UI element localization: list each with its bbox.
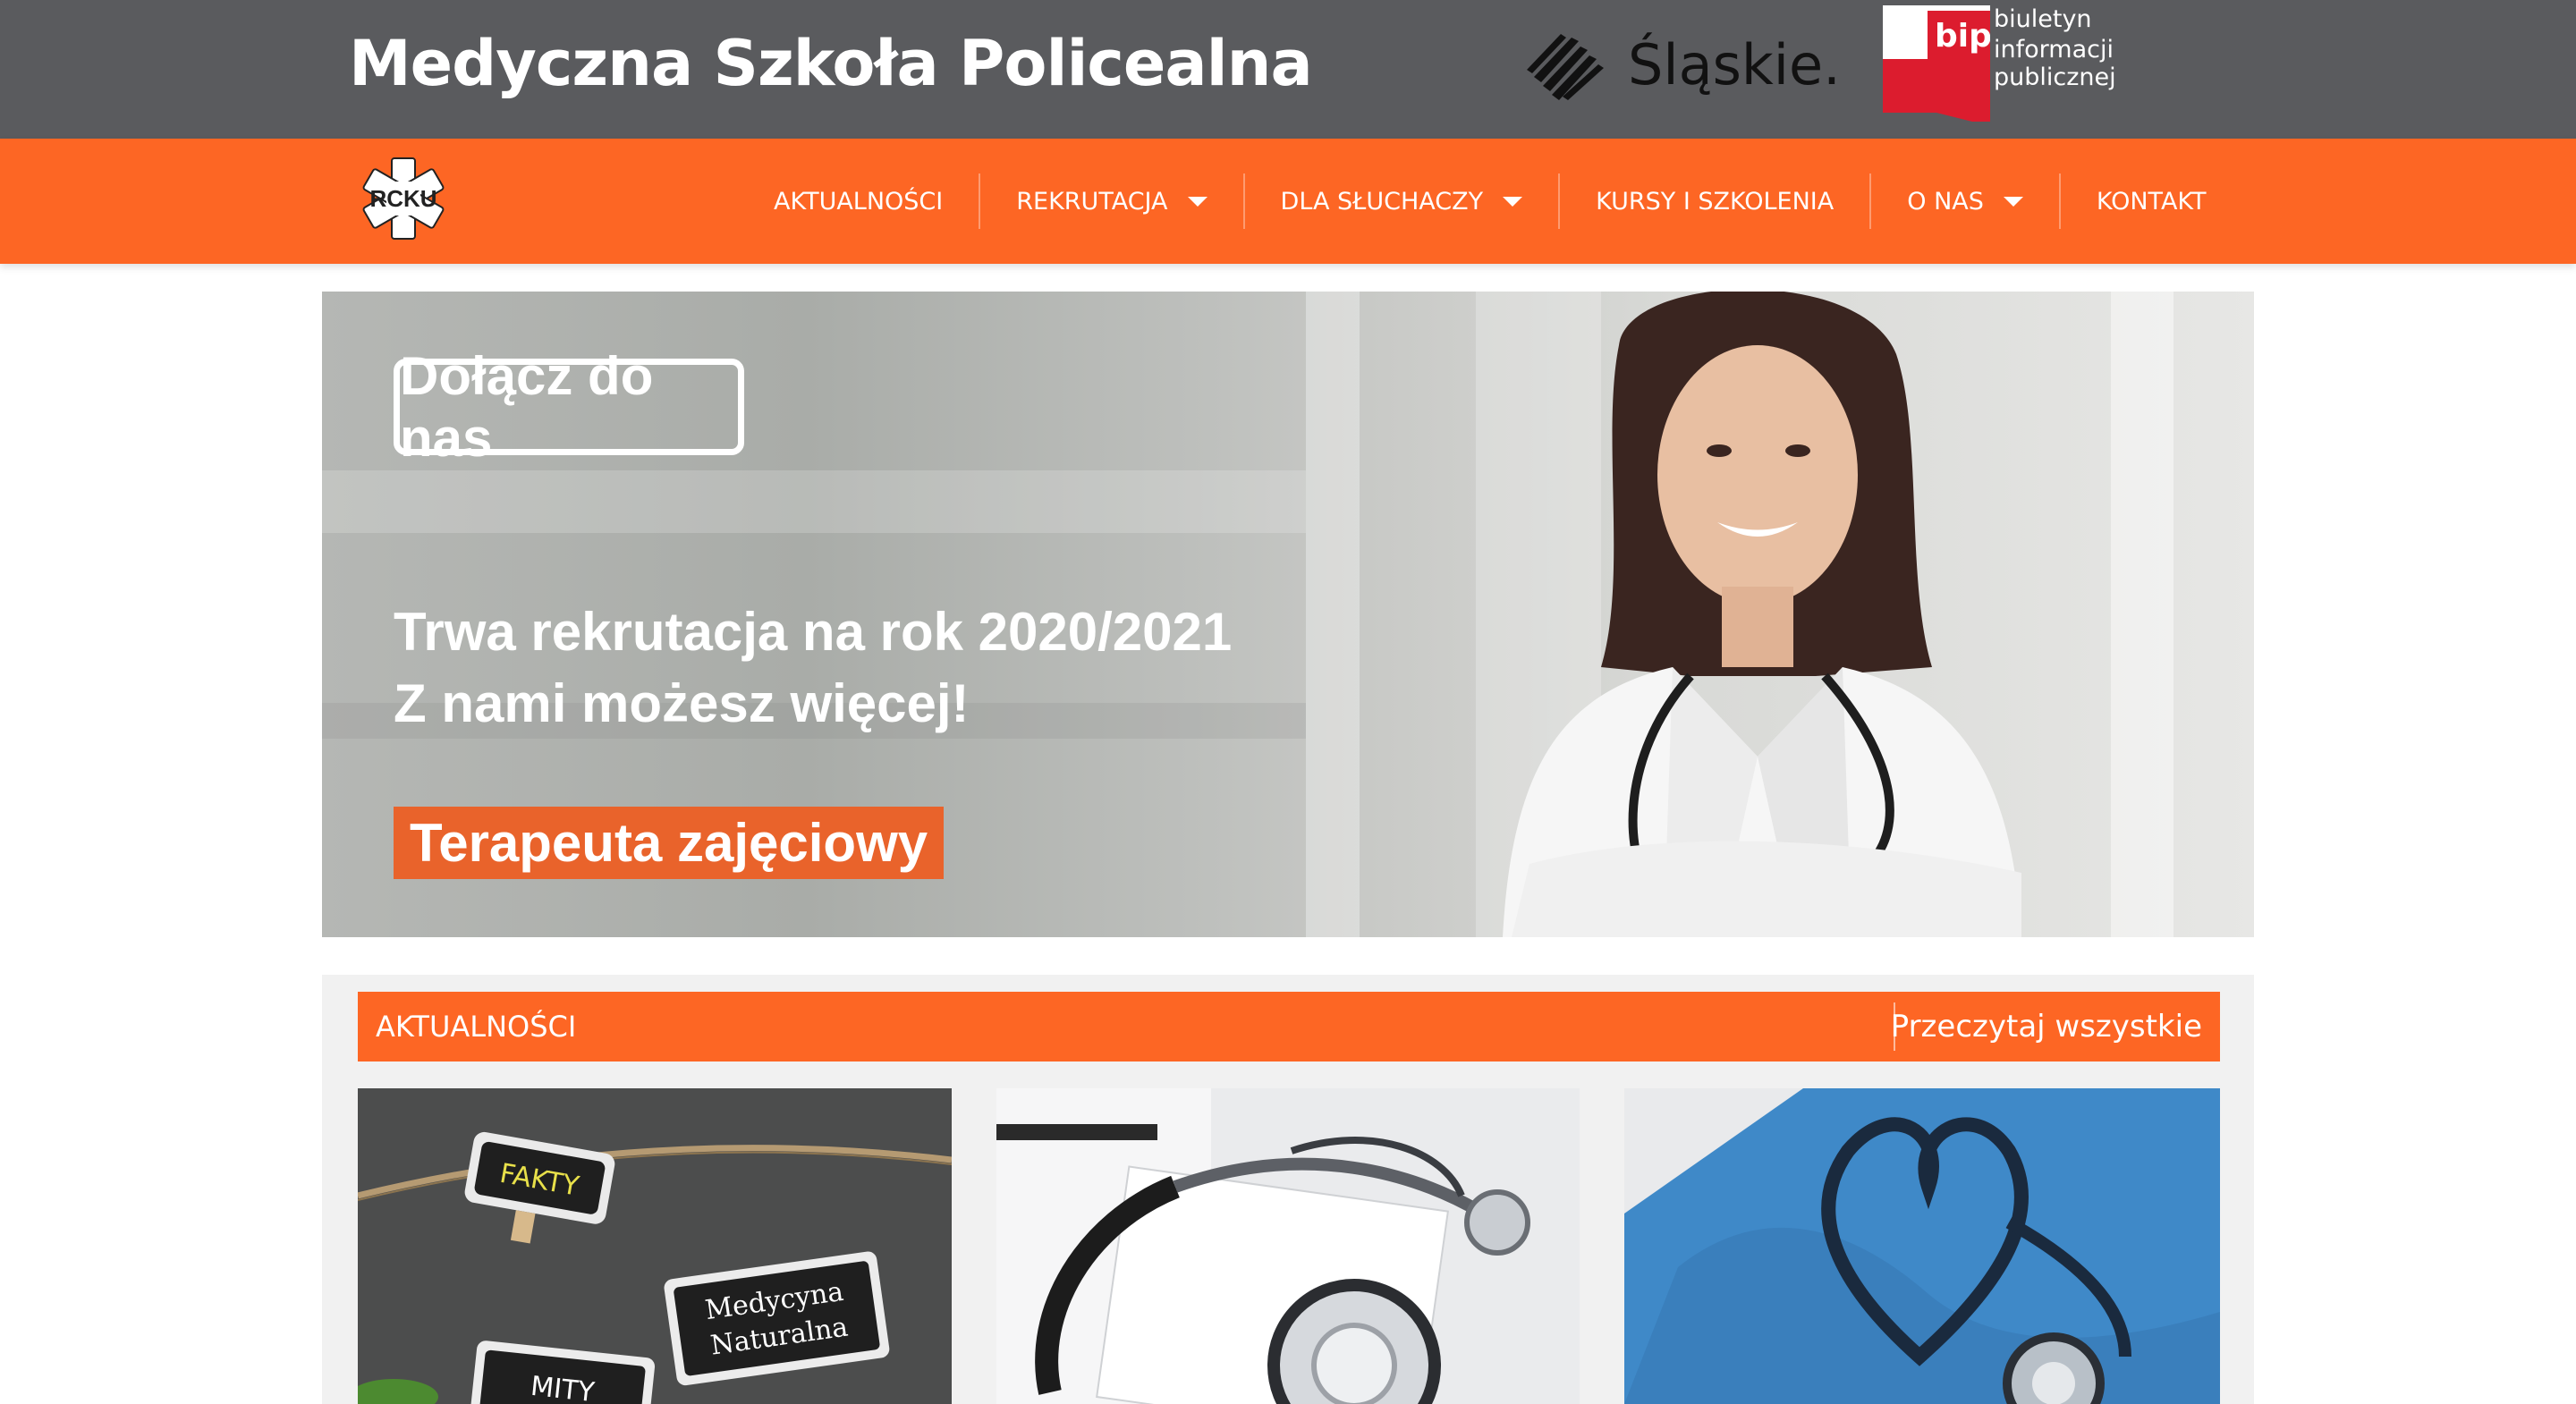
nav-item-o-nas[interactable]: O NAS [1869, 173, 2059, 229]
news-card-image: FAKTY Medycyna Naturalna MITY [358, 1088, 952, 1404]
caret-down-icon [1187, 196, 1208, 207]
bip-logo-link[interactable]: bip biuletyn informacji publicznej [1883, 5, 2241, 131]
caret-down-icon [1503, 196, 1523, 207]
stethoscope-heart-image [1624, 1088, 2220, 1404]
read-all-link[interactable]: Przeczytaj wszystkie [1891, 992, 2202, 1061]
bip-line1: biuletyn [1994, 5, 2092, 33]
nav-label: DLA SŁUCHACZY [1280, 187, 1484, 216]
nav-item-aktualnosci[interactable]: AKTUALNOŚCI [738, 173, 979, 229]
nav-label: AKTUALNOŚCI [774, 187, 944, 216]
slaskie-logo-link[interactable]: Śląskie. [1525, 25, 1841, 106]
news-card[interactable]: FAKTY Medycyna Naturalna MITY [358, 1088, 952, 1404]
card-tag-text: MITY [529, 1371, 596, 1404]
news-section-title: AKTUALNOŚCI [376, 1010, 577, 1044]
nav-label: KURSY I SZKOLENIA [1596, 187, 1835, 216]
doctor-photo [1503, 292, 2021, 937]
top-header-bar: Medyczna Szkoła Policealna Śląskie. bip … [0, 0, 2576, 139]
rcku-logo[interactable]: RCKU [360, 155, 447, 242]
logo-text: RCKU [369, 185, 436, 212]
main-nav: AKTUALNOŚCI REKRUTACJA DLA SŁUCHACZY KUR… [738, 139, 2242, 264]
news-header-bar: AKTUALNOŚCI Przeczytaj wszystkie [358, 992, 2220, 1061]
hero-bg-shape [1306, 292, 1360, 937]
bip-line2: informacji publicznej [1994, 36, 2116, 91]
nav-label: O NAS [1907, 187, 1984, 216]
news-card[interactable] [996, 1088, 1580, 1404]
nav-item-rekrutacja[interactable]: REKRUTACJA [979, 173, 1242, 229]
nav-item-dla-sluchaczy[interactable]: DLA SŁUCHACZY [1242, 173, 1559, 229]
hero-course-badge[interactable]: Terapeuta zajęciowy [394, 807, 945, 879]
hero-slider[interactable]: Dołącz do nas Trwa rekrutacja na rok 202… [322, 292, 2254, 937]
stethoscope-image [996, 1088, 1580, 1404]
nav-label: KONTAKT [2096, 187, 2207, 216]
news-card[interactable] [1624, 1088, 2220, 1404]
join-us-button[interactable]: Dołącz do nas [394, 346, 744, 468]
hero-bg-shape [322, 470, 1306, 533]
slaskie-label: Śląskie. [1628, 32, 1841, 97]
slaskie-wave-icon [1527, 34, 1604, 100]
caret-down-icon [2003, 196, 2023, 207]
nav-item-kursy[interactable]: KURSY I SZKOLENIA [1558, 173, 1869, 229]
hero-headline-2: Z nami możesz więcej! [394, 673, 970, 733]
site-title[interactable]: Medyczna Szkoła Policealna [349, 27, 1313, 100]
nav-item-kontakt[interactable]: KONTAKT [2058, 173, 2242, 229]
hero-headline-1: Trwa rekrutacja na rok 2020/2021 [394, 602, 1233, 662]
bip-flag-icon: bip [1883, 5, 1990, 122]
hero-bg-shape [2111, 292, 2174, 937]
bip-mark: bip [1935, 18, 1990, 55]
nav-label: REKRUTACJA [1016, 187, 1168, 216]
